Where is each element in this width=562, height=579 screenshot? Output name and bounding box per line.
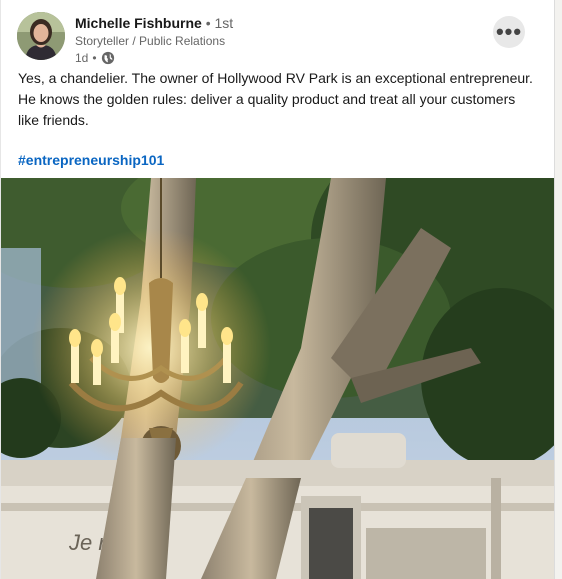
ellipsis-icon: ••• xyxy=(495,19,523,44)
author-name-line[interactable]: Michelle Fishburne • 1st xyxy=(75,14,233,32)
author-headline: Storyteller / Public Relations xyxy=(75,34,226,48)
post-text: Yes, a chandelier. The owner of Hollywoo… xyxy=(18,70,533,128)
post-meta: 1d • xyxy=(75,50,233,66)
post-header: Michelle Fishburne • 1st Storyteller / P… xyxy=(17,12,537,66)
feed-post-card: Michelle Fishburne • 1st Storyteller / P… xyxy=(0,0,555,579)
author-avatar[interactable] xyxy=(17,12,65,60)
hashtag-link[interactable]: #entrepreneurship101 xyxy=(18,150,164,170)
post-time: 1d xyxy=(75,51,89,65)
connection-degree: 1st xyxy=(214,15,234,31)
post-image[interactable]: Je ree xyxy=(1,128,554,579)
author-name[interactable]: Michelle Fishburne xyxy=(75,15,202,31)
meta-separator: • xyxy=(92,51,97,65)
more-options-button[interactable]: ••• xyxy=(493,16,525,48)
connection-separator: • xyxy=(205,15,215,31)
globe-icon xyxy=(101,51,115,65)
author-info: Michelle Fishburne • 1st Storyteller / P… xyxy=(75,14,233,66)
